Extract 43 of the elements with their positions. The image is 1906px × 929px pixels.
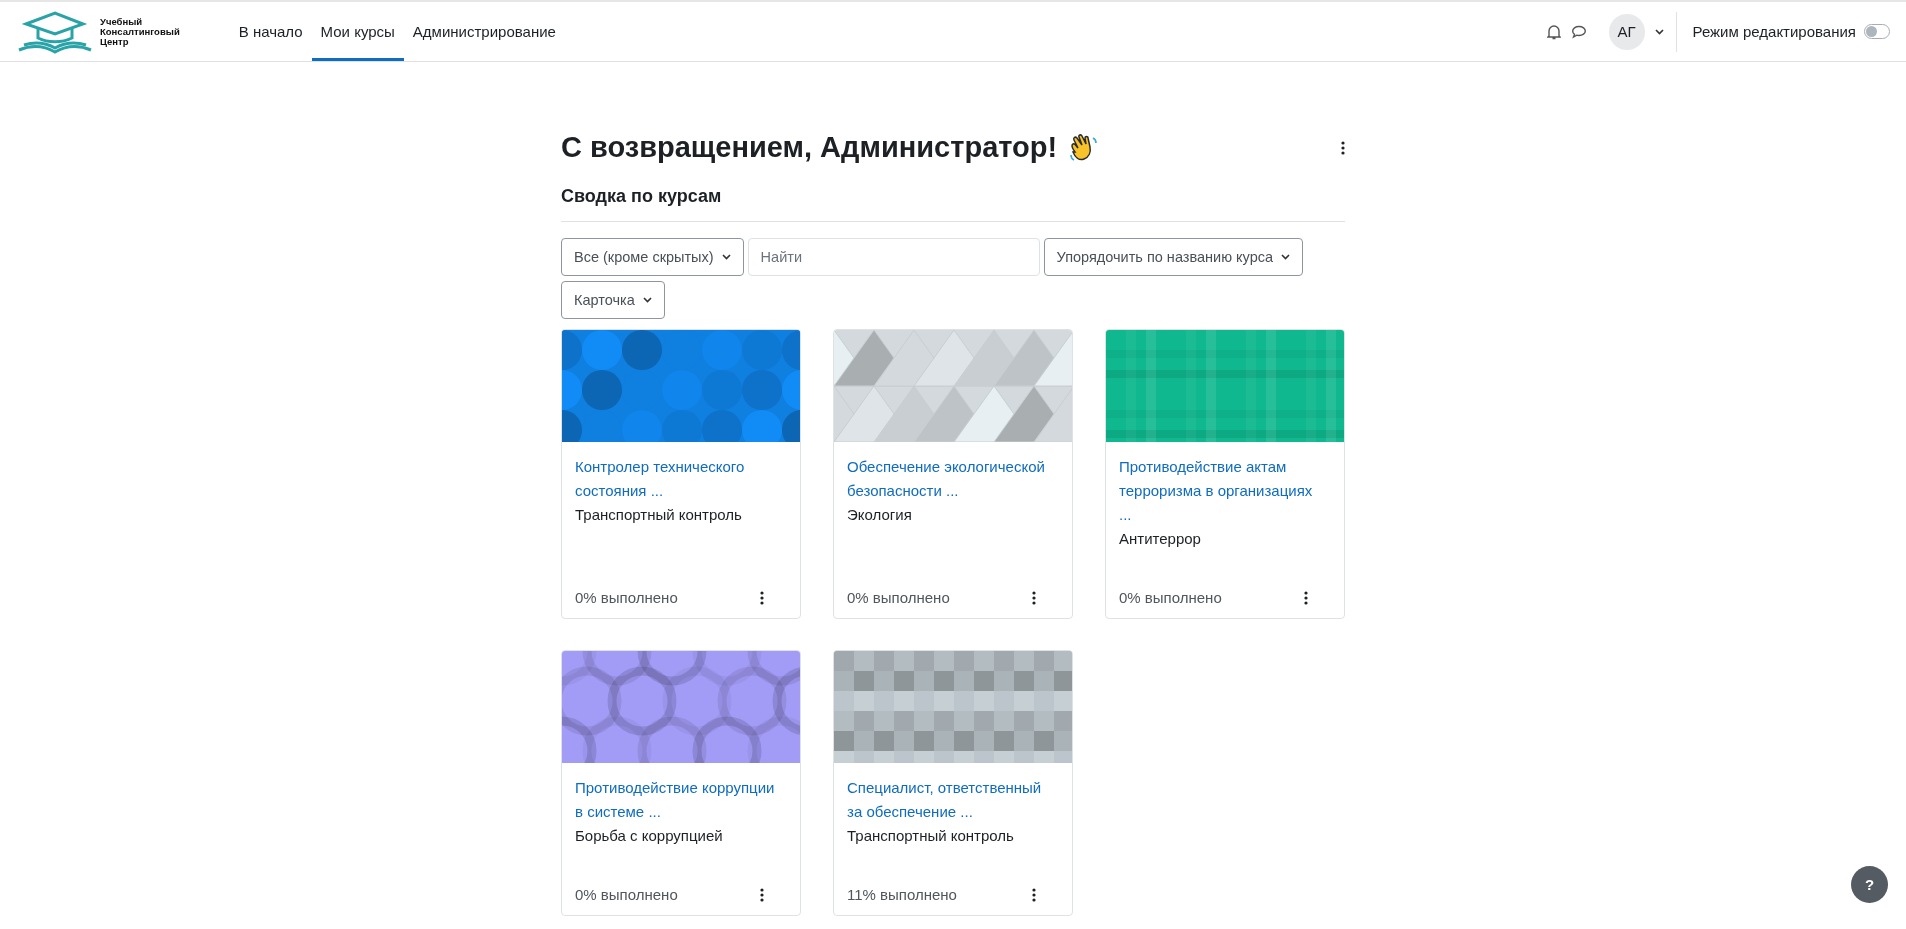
course-title-link[interactable]: Противодействие коррупции в системе ... <box>575 776 778 824</box>
course-category: Борьба с коррупцией <box>575 826 724 846</box>
dropdown-button[interactable]: Все (кроме скрытых) <box>561 238 744 276</box>
chevron-down-icon <box>721 254 731 260</box>
nav-tab[interactable]: В начало <box>229 2 312 61</box>
chevron-down-icon <box>642 297 652 303</box>
help-button[interactable]: ? <box>1851 866 1888 903</box>
course-category: Экология <box>847 505 913 525</box>
completion-text: 0% выполнено <box>575 589 678 606</box>
more-options-icon[interactable] <box>1032 887 1036 902</box>
welcome-heading: С возвращением, Администратор! <box>561 131 1058 164</box>
speech-bubble-icon[interactable] <box>1570 24 1587 39</box>
completion-text: 0% выполнено <box>575 886 678 903</box>
completion-text: 11% выполнено <box>847 886 957 903</box>
notification-bell-icon[interactable] <box>1546 23 1561 40</box>
course-category: Транспортный контроль <box>575 505 743 525</box>
section-title: Сводка по курсам <box>561 186 1345 222</box>
nav-tab[interactable]: Мои курсы <box>311 2 404 61</box>
chevron-down-icon <box>1281 254 1290 260</box>
course-title-link[interactable]: Противодействие актам терроризма в организациях ... <box>1119 455 1322 527</box>
more-options-icon[interactable] <box>1304 590 1308 605</box>
nav-tab[interactable]: Администрирование <box>403 2 565 61</box>
more-options-icon[interactable] <box>1341 140 1345 155</box>
completion-text: 0% выполнено <box>1119 589 1222 606</box>
dropdown-button[interactable]: Упорядочить по названию курса <box>1043 238 1303 276</box>
graduation-cap-book-logo-icon <box>16 9 94 54</box>
logo-text: Учебный Консалтинговый Центр <box>100 16 180 47</box>
course-category: Антитеррор <box>1119 529 1202 549</box>
completion-text: 0% выполнено <box>847 589 950 606</box>
course-title-link[interactable]: Специалист, ответственный за обеспечение ... <box>847 776 1050 824</box>
user-avatar[interactable]: АГ <box>1608 13 1645 50</box>
dropdown-button[interactable]: Карточка <box>561 281 665 319</box>
course-category: Транспортный контроль <box>847 826 1015 846</box>
more-options-icon[interactable] <box>1032 590 1036 605</box>
edit-mode-switch[interactable] <box>1864 24 1890 39</box>
search-field[interactable]: Найти <box>747 238 1040 276</box>
more-options-icon[interactable] <box>760 887 764 902</box>
course-title-link[interactable]: Контролер технического состояния ... <box>575 455 778 503</box>
waving-hand-icon <box>1067 131 1100 164</box>
edit-mode-label: Режим редактирования <box>1692 23 1856 40</box>
more-options-icon[interactable] <box>760 590 764 605</box>
user-menu-chevron-icon <box>1654 28 1664 35</box>
course-title-link[interactable]: Обеспечение экологической безопасности ... <box>847 455 1050 503</box>
